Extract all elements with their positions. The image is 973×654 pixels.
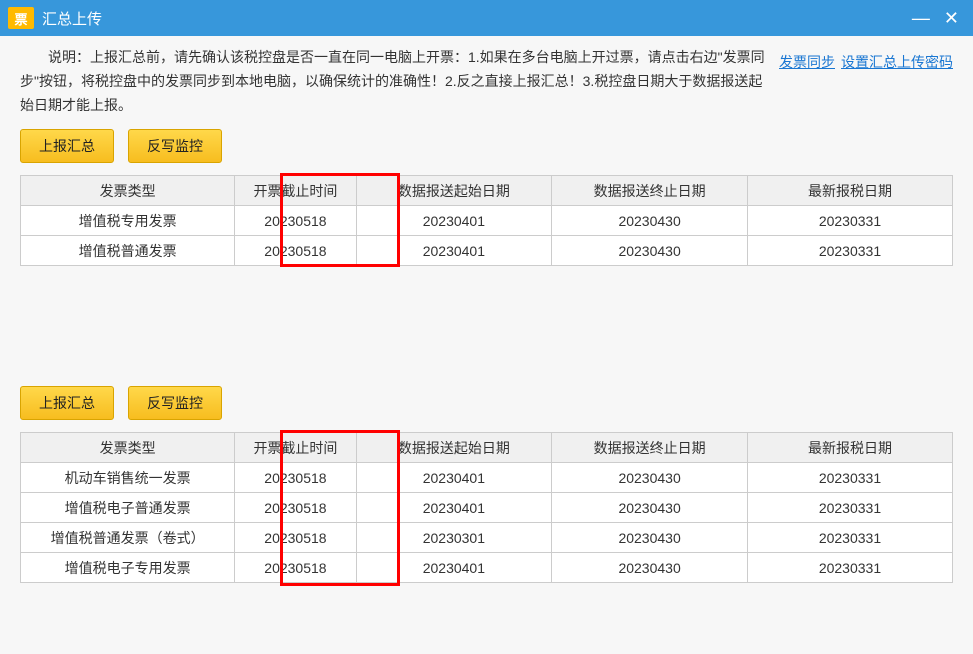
- rewrite-monitor-button[interactable]: 反写监控: [128, 386, 222, 420]
- table-1-wrapper: 发票类型 开票截止时间 数据报送起始日期 数据报送终止日期 最新报税日期 增值税…: [20, 175, 953, 266]
- table-2-wrapper: 发票类型 开票截止时间 数据报送起始日期 数据报送终止日期 最新报税日期 机动车…: [20, 432, 953, 583]
- cell-type: 增值税专用发票: [21, 206, 235, 236]
- cell-end: 20230430: [552, 493, 748, 523]
- cell-end: 20230430: [552, 523, 748, 553]
- col-deadline: 开票截止时间: [235, 433, 356, 463]
- col-invoice-type: 发票类型: [21, 433, 235, 463]
- table-header-row: 发票类型 开票截止时间 数据报送起始日期 数据报送终止日期 最新报税日期: [21, 176, 953, 206]
- cell-start: 20230401: [356, 493, 552, 523]
- content-area: 说明：上报汇总前，请先确认该税控盘是否一直在同一电脑上开票：1.如果在多台电脑上…: [0, 36, 973, 593]
- invoice-sync-link[interactable]: 发票同步: [779, 52, 835, 72]
- cell-end: 20230430: [552, 206, 748, 236]
- header-links: 发票同步 设置汇总上传密码: [779, 52, 953, 72]
- button-row-1: 上报汇总 反写监控: [20, 129, 953, 163]
- cell-start: 20230401: [356, 236, 552, 266]
- col-invoice-type: 发票类型: [21, 176, 235, 206]
- col-end-date: 数据报送终止日期: [552, 176, 748, 206]
- window-controls: — ✕: [912, 8, 965, 29]
- col-latest-date: 最新报税日期: [747, 433, 952, 463]
- instructions-text: 说明：上报汇总前，请先确认该税控盘是否一直在同一电脑上开票：1.如果在多台电脑上…: [20, 46, 769, 117]
- cell-type: 增值税普通发票（卷式）: [21, 523, 235, 553]
- instructions-row: 说明：上报汇总前，请先确认该税控盘是否一直在同一电脑上开票：1.如果在多台电脑上…: [20, 46, 953, 117]
- cell-start: 20230401: [356, 463, 552, 493]
- cell-start: 20230401: [356, 553, 552, 583]
- cell-deadline: 20230518: [235, 463, 356, 493]
- cell-start: 20230401: [356, 206, 552, 236]
- table-row: 增值税普通发票（卷式）20230518202303012023043020230…: [21, 523, 953, 553]
- cell-type: 增值税电子专用发票: [21, 553, 235, 583]
- report-summary-button[interactable]: 上报汇总: [20, 386, 114, 420]
- table-header-row: 发票类型 开票截止时间 数据报送起始日期 数据报送终止日期 最新报税日期: [21, 433, 953, 463]
- button-row-2: 上报汇总 反写监控: [20, 386, 953, 420]
- app-icon: 票: [8, 7, 34, 29]
- window-title: 汇总上传: [42, 8, 912, 29]
- cell-latest: 20230331: [747, 463, 952, 493]
- table-row: 增值税电子普通发票2023051820230401202304302023033…: [21, 493, 953, 523]
- col-start-date: 数据报送起始日期: [356, 433, 552, 463]
- titlebar: 票 汇总上传 — ✕: [0, 0, 973, 36]
- set-upload-password-link[interactable]: 设置汇总上传密码: [841, 52, 953, 72]
- cell-end: 20230430: [552, 463, 748, 493]
- cell-type: 增值税电子普通发票: [21, 493, 235, 523]
- cell-end: 20230430: [552, 553, 748, 583]
- col-latest-date: 最新报税日期: [747, 176, 952, 206]
- cell-deadline: 20230518: [235, 493, 356, 523]
- minimize-icon[interactable]: —: [912, 8, 930, 29]
- cell-latest: 20230331: [747, 553, 952, 583]
- table-row: 增值税普通发票20230518202304012023043020230331: [21, 236, 953, 266]
- table-row: 增值税电子专用发票2023051820230401202304302023033…: [21, 553, 953, 583]
- invoice-table-2: 发票类型 开票截止时间 数据报送起始日期 数据报送终止日期 最新报税日期 机动车…: [20, 432, 953, 583]
- cell-latest: 20230331: [747, 206, 952, 236]
- cell-end: 20230430: [552, 236, 748, 266]
- cell-deadline: 20230518: [235, 236, 356, 266]
- col-start-date: 数据报送起始日期: [356, 176, 552, 206]
- cell-type: 增值税普通发票: [21, 236, 235, 266]
- cell-type: 机动车销售统一发票: [21, 463, 235, 493]
- cell-latest: 20230331: [747, 523, 952, 553]
- invoice-table-1: 发票类型 开票截止时间 数据报送起始日期 数据报送终止日期 最新报税日期 增值税…: [20, 175, 953, 266]
- table-row: 机动车销售统一发票2023051820230401202304302023033…: [21, 463, 953, 493]
- cell-latest: 20230331: [747, 236, 952, 266]
- table-row: 增值税专用发票20230518202304012023043020230331: [21, 206, 953, 236]
- cell-latest: 20230331: [747, 493, 952, 523]
- col-deadline: 开票截止时间: [235, 176, 356, 206]
- report-summary-button[interactable]: 上报汇总: [20, 129, 114, 163]
- cell-start: 20230301: [356, 523, 552, 553]
- cell-deadline: 20230518: [235, 523, 356, 553]
- close-icon[interactable]: ✕: [944, 8, 959, 29]
- cell-deadline: 20230518: [235, 553, 356, 583]
- col-end-date: 数据报送终止日期: [552, 433, 748, 463]
- rewrite-monitor-button[interactable]: 反写监控: [128, 129, 222, 163]
- cell-deadline: 20230518: [235, 206, 356, 236]
